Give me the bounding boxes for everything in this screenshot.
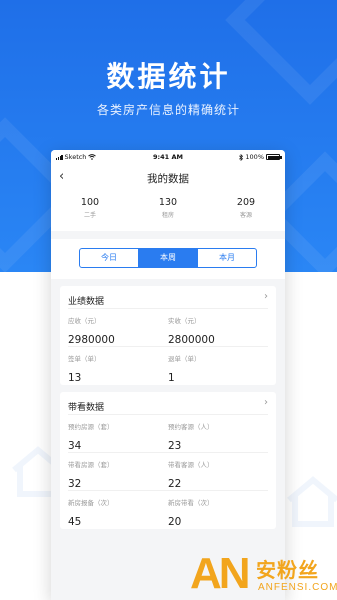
card-title: 业绩数据 (68, 297, 105, 307)
stat-signed: 签单（单） 13 (68, 347, 168, 385)
stat-new-home-reports: 新房报备（次） 45 (68, 491, 168, 529)
summary-item-rental: 130 租房 (129, 197, 207, 231)
status-bar: Sketch 9:41 AM 100% (51, 150, 285, 163)
summary-value: 130 (158, 197, 178, 208)
card-title: 带看数据 (68, 403, 105, 413)
stat-value: 23 (168, 440, 182, 452)
battery-percent: 100% (245, 153, 264, 161)
stat-label: 带看房源（套） (68, 461, 114, 469)
stat-value: 13 (68, 372, 82, 384)
stat-new-home-viewings: 新房带看（次） 20 (168, 491, 268, 529)
stat-value: 2980000 (68, 334, 115, 346)
summary-label: 二手 (83, 212, 96, 219)
summary-item-clients: 209 客源 (207, 197, 285, 231)
stat-value: 2800000 (168, 334, 215, 346)
summary-value: 100 (80, 197, 100, 208)
stat-received: 实收（元） 2800000 (168, 309, 268, 347)
page-title: 我的数据 (147, 173, 189, 185)
bluetooth-icon (239, 153, 244, 161)
summary-label: 客源 (239, 212, 252, 219)
watermark-logo: AN 安粉丝 ANFENSI.COM (190, 548, 337, 600)
stat-value: 34 (68, 440, 82, 452)
navbar: ‹ 我的数据 (51, 163, 285, 192)
stat-value: 20 (168, 516, 182, 528)
hero-title: 数据统计 (106, 60, 231, 93)
stat-label: 新房带看（次） (168, 499, 214, 507)
stat-booked-clients: 预约客源（人） 23 (168, 415, 268, 453)
stat-value: 22 (168, 478, 182, 490)
stat-label: 带看客源（人） (168, 461, 214, 469)
watermark-mark: AN (190, 549, 251, 598)
stat-label: 新房报备（次） (68, 499, 114, 507)
stat-label: 预约客源（人） (168, 423, 214, 431)
stat-refund: 退单（单） 1 (168, 347, 268, 385)
house-outline-icon (287, 476, 337, 527)
stat-value: 1 (168, 372, 175, 384)
tab-this-week[interactable]: 本周 (139, 249, 198, 267)
summary-label: 租房 (161, 212, 174, 219)
stat-label: 预约房源（套） (68, 423, 114, 431)
stat-viewed-listings: 带看房源（套） 32 (68, 453, 168, 491)
stat-label: 退单（单） (168, 355, 201, 363)
stat-label: 实收（元） (168, 317, 201, 325)
performance-grid: 应收（元） 2980000 实收（元） 2800000 签单（单） 13 退单（… (68, 309, 268, 385)
tab-this-month[interactable]: 本月 (198, 249, 256, 267)
summary-item-secondhand: 100 二手 (51, 197, 129, 231)
watermark-name: 安粉丝 (256, 558, 319, 582)
chevron-right-icon[interactable]: › (264, 397, 268, 408)
chevron-right-icon[interactable]: › (264, 291, 268, 302)
hero-subtitle: 各类房产信息的精确统计 (96, 103, 240, 117)
stat-value: 45 (68, 516, 82, 528)
stat-viewed-clients: 带看客源（人） 22 (168, 453, 268, 491)
stat-label: 签单（单） (68, 355, 101, 363)
viewing-card: 带看数据 › 预约房源（套） 34 预约客源（人） 23 带看房源（套） 32 … (60, 392, 276, 529)
viewing-grid: 预约房源（套） 34 预约客源（人） 23 带看房源（套） 32 带看客源（人）… (68, 415, 268, 529)
performance-card-header[interactable]: 业绩数据 › (68, 286, 268, 309)
stat-value: 32 (68, 478, 82, 490)
stat-receivable: 应收（元） 2980000 (68, 309, 168, 347)
period-tabs: 今日 本周 本月 (79, 248, 257, 268)
period-tabs-area: 今日 本周 本月 (51, 239, 285, 279)
stat-booked-listings: 预约房源（套） 34 (68, 415, 168, 453)
viewing-card-header[interactable]: 带看数据 › (68, 392, 268, 415)
watermark-domain: ANFENSI.COM (258, 582, 337, 593)
battery-icon (266, 154, 282, 160)
phone-mockup: Sketch 9:41 AM 100% ‹ 我的数据 100 二手 130 租房 (51, 150, 285, 600)
status-right: 100% (239, 153, 282, 161)
stat-label: 应收（元） (68, 317, 101, 325)
tab-today[interactable]: 今日 (80, 249, 139, 267)
summary-row: 100 二手 130 租房 209 客源 (51, 192, 285, 231)
summary-value: 209 (236, 197, 256, 208)
performance-card: 业绩数据 › 应收（元） 2980000 实收（元） 2800000 签单（单）… (60, 286, 276, 385)
